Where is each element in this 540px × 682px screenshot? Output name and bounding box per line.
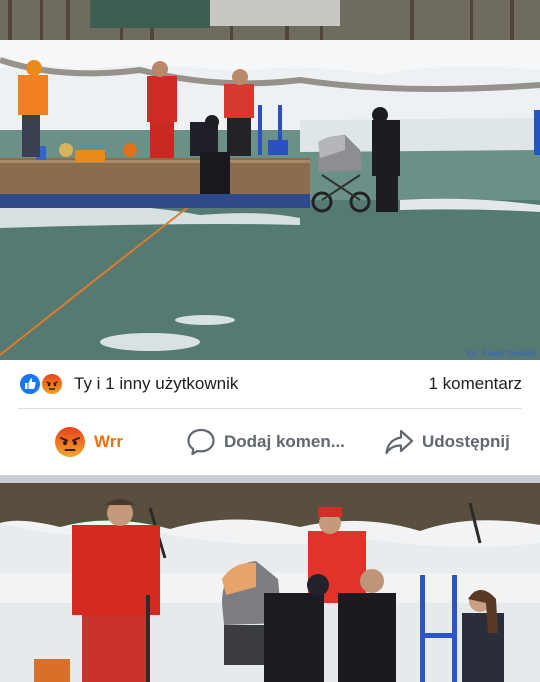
- reaction-button[interactable]: Wrr: [54, 409, 123, 475]
- reaction-icons[interactable]: [18, 372, 68, 396]
- comment-icon: [186, 427, 216, 457]
- post-actions-bar: Wrr Dodaj komen... Udostępnij: [0, 409, 540, 475]
- share-icon: [384, 427, 414, 457]
- share-button[interactable]: Udostępnij: [384, 409, 510, 475]
- angry-icon: [54, 426, 86, 458]
- like-icon: [18, 372, 42, 396]
- share-button-label: Udostępnij: [422, 432, 510, 451]
- post-photo-bottom[interactable]: [0, 483, 540, 682]
- comment-count[interactable]: 1 komentarz: [428, 374, 522, 394]
- post-separator: [0, 475, 540, 483]
- photo-scene-rescue-team: [0, 483, 540, 682]
- photo-scene-frozen-lake: [0, 0, 540, 360]
- photo-credit: fot.: Paweł Deptuch: [466, 349, 536, 358]
- angry-icon: [40, 372, 64, 396]
- comment-button[interactable]: Dodaj komen...: [186, 409, 345, 475]
- reaction-button-label: Wrr: [94, 432, 123, 451]
- reactions-summary-bar[interactable]: Ty i 1 inny użytkownik 1 komentarz: [0, 360, 540, 408]
- post-photo-top[interactable]: fot.: Paweł Deptuch: [0, 0, 540, 360]
- comment-button-label: Dodaj komen...: [224, 432, 345, 451]
- reactions-summary-text[interactable]: Ty i 1 inny użytkownik: [74, 374, 238, 394]
